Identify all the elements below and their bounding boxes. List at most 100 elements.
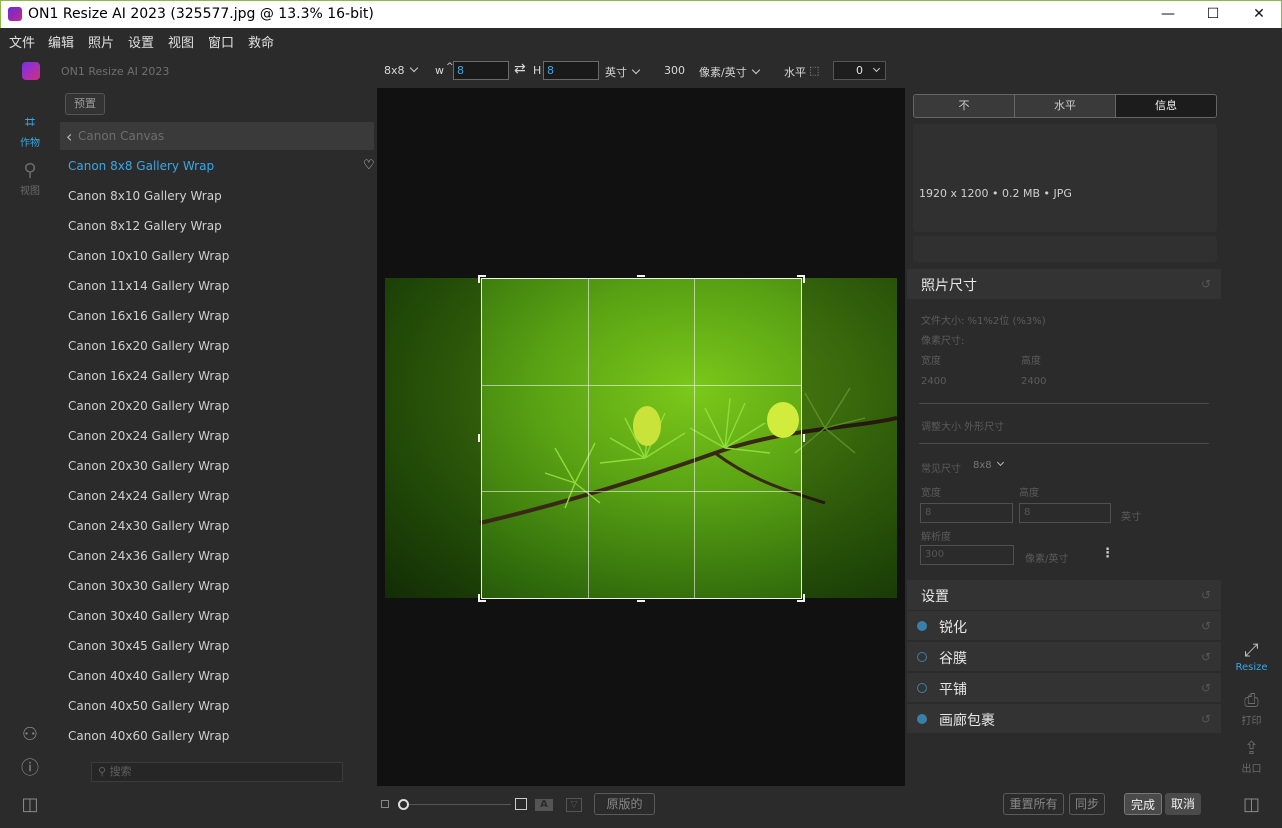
zoom-large-icon[interactable] bbox=[515, 798, 527, 810]
cancel-button[interactable]: 取消 bbox=[1165, 793, 1201, 815]
reset-icon[interactable]: ↺ bbox=[1201, 681, 1211, 695]
preset-item[interactable]: Canon 40x60 Gallery Wrap bbox=[68, 729, 229, 743]
menu-settings[interactable]: 设置 bbox=[128, 32, 154, 51]
minimize-button[interactable]: — bbox=[1145, 1, 1191, 28]
zoom-small-icon[interactable] bbox=[381, 800, 389, 808]
common-size-dropdown[interactable]: 8x8 bbox=[973, 458, 1004, 471]
done-button[interactable]: 完成 bbox=[1124, 793, 1162, 815]
doc-height-input[interactable]: 8 bbox=[1019, 503, 1111, 523]
account-button[interactable]: ⚇ bbox=[0, 724, 60, 746]
image-canvas[interactable] bbox=[377, 88, 905, 786]
height-input[interactable]: 8 bbox=[543, 61, 599, 80]
crop-handle-left[interactable] bbox=[478, 434, 482, 442]
menu-window[interactable]: 窗口 bbox=[208, 32, 234, 51]
menu-edit[interactable]: 编辑 bbox=[48, 32, 74, 51]
menu-file[interactable]: 文件 bbox=[9, 32, 35, 51]
close-button[interactable]: ✕ bbox=[1236, 1, 1282, 28]
zoom-slider-track[interactable] bbox=[399, 804, 511, 805]
width-input[interactable]: 8 bbox=[453, 61, 509, 80]
crop-handle-tr[interactable] bbox=[797, 275, 805, 283]
search-input[interactable]: ⚲ 搜索 bbox=[91, 762, 343, 782]
presets-button[interactable]: 预置 bbox=[65, 93, 105, 115]
original-button[interactable]: 原版的 bbox=[594, 793, 655, 815]
view-tool[interactable]: ⚲ 视图 bbox=[0, 160, 60, 197]
export-module[interactable]: ⇪ 出口 bbox=[1221, 738, 1282, 775]
setting-row[interactable]: 画廊包裹 ↺ bbox=[907, 704, 1221, 734]
reset-all-button[interactable]: 重置所有 bbox=[1003, 793, 1064, 815]
preset-item[interactable]: Canon 20x20 Gallery Wrap bbox=[68, 399, 229, 413]
preset-item[interactable]: Canon 24x24 Gallery Wrap bbox=[68, 489, 229, 503]
preset-item[interactable]: Canon 30x45 Gallery Wrap bbox=[68, 639, 229, 653]
reset-icon[interactable]: ↺ bbox=[1201, 619, 1211, 633]
toggle-left-panel[interactable]: ◫ bbox=[0, 794, 60, 816]
preset-item[interactable]: Canon 16x20 Gallery Wrap bbox=[68, 339, 229, 353]
resolution-value[interactable]: 300 bbox=[664, 64, 685, 77]
toggle-dot-icon[interactable] bbox=[917, 652, 927, 662]
preset-item[interactable]: Canon 16x24 Gallery Wrap bbox=[68, 369, 229, 383]
maximize-button[interactable]: ☐ bbox=[1190, 1, 1236, 28]
preset-item[interactable]: Canon 16x16 Gallery Wrap bbox=[68, 309, 229, 323]
preset-item[interactable]: Canon 20x24 Gallery Wrap bbox=[68, 429, 229, 443]
setting-row[interactable]: 平铺 ↺ bbox=[907, 673, 1221, 703]
settings-header[interactable]: 设置 ↺ bbox=[907, 580, 1221, 610]
setting-label: 平铺 bbox=[939, 682, 967, 698]
menu-view[interactable]: 视图 bbox=[168, 32, 194, 51]
resize-module[interactable]: ⤢ Resize bbox=[1221, 640, 1282, 673]
info-tab[interactable]: 水平 bbox=[1015, 95, 1116, 117]
info-tab[interactable]: 不 bbox=[914, 95, 1015, 117]
toggle-dot-icon[interactable] bbox=[917, 683, 927, 693]
preset-item[interactable]: Canon 8x8 Gallery Wrap bbox=[68, 159, 214, 173]
rotation-select[interactable]: 0 bbox=[833, 61, 886, 80]
resolution-input[interactable]: 300 bbox=[920, 545, 1014, 565]
toggle-dot-icon[interactable] bbox=[917, 621, 927, 631]
crop-handle-bottom[interactable] bbox=[637, 598, 645, 602]
preset-item[interactable]: Canon 30x30 Gallery Wrap bbox=[68, 579, 229, 593]
preset-item[interactable]: Canon 8x10 Gallery Wrap bbox=[68, 189, 222, 203]
preset-item[interactable]: Canon 24x30 Gallery Wrap bbox=[68, 519, 229, 533]
compare-a-icon[interactable]: A bbox=[535, 799, 553, 811]
unit-dropdown[interactable]: 英寸 bbox=[605, 64, 641, 80]
sync-button[interactable]: 同步 bbox=[1069, 793, 1105, 815]
swap-icon[interactable]: ⇄ bbox=[514, 61, 526, 77]
print-module[interactable]: ⎙ 打印 bbox=[1221, 690, 1282, 727]
doc-width-input[interactable]: 8 bbox=[920, 503, 1013, 523]
preview-mode-icon[interactable]: ▽ bbox=[566, 798, 582, 812]
preset-item[interactable]: Canon 30x40 Gallery Wrap bbox=[68, 609, 229, 623]
crop-handle-top[interactable] bbox=[637, 275, 645, 279]
setting-row[interactable]: 锐化 ↺ bbox=[907, 611, 1221, 641]
setting-row[interactable]: 谷膜 ↺ bbox=[907, 642, 1221, 672]
preset-item[interactable]: Canon 40x40 Gallery Wrap bbox=[68, 669, 229, 683]
toggle-right-panel[interactable]: ◫ bbox=[1221, 794, 1282, 816]
crop-box[interactable] bbox=[478, 275, 805, 602]
chevron-left-icon[interactable]: ‹ bbox=[66, 127, 72, 146]
help-button[interactable]: ⓘ bbox=[0, 758, 60, 780]
orientation-icon[interactable]: ⬚ bbox=[809, 64, 819, 77]
more-options-icon[interactable]: ⋮ bbox=[1101, 546, 1114, 561]
res-unit-dropdown[interactable]: 像素/英寸 bbox=[699, 64, 760, 80]
crop-handle-br[interactable] bbox=[797, 594, 805, 602]
reset-icon[interactable]: ↺ bbox=[1201, 650, 1211, 664]
preset-item[interactable]: Canon 20x30 Gallery Wrap bbox=[68, 459, 229, 473]
preset-item[interactable]: Canon 8x12 Gallery Wrap bbox=[68, 219, 222, 233]
menu-photo[interactable]: 照片 bbox=[88, 32, 114, 51]
reset-icon[interactable]: ↺ bbox=[1201, 588, 1211, 602]
crop-tool[interactable]: ⌗ 作物 bbox=[0, 112, 60, 149]
preset-category-header[interactable]: ‹ Canon Canvas bbox=[60, 122, 374, 150]
preset-item[interactable]: Canon 10x10 Gallery Wrap bbox=[68, 249, 229, 263]
crop-handle-right[interactable] bbox=[801, 434, 805, 442]
info-tab[interactable]: 信息 bbox=[1116, 95, 1216, 117]
zoom-slider-thumb[interactable] bbox=[398, 799, 409, 810]
toggle-dot-icon[interactable] bbox=[917, 714, 927, 724]
preset-size-dropdown[interactable]: 8x8 bbox=[384, 63, 418, 77]
reset-icon[interactable]: ↺ bbox=[1201, 277, 1211, 291]
preset-item[interactable]: Canon 24x36 Gallery Wrap bbox=[68, 549, 229, 563]
photo-size-header[interactable]: 照片尺寸 ↺ bbox=[907, 269, 1221, 299]
menu-help[interactable]: 救命 bbox=[248, 32, 274, 51]
crop-handle-tl[interactable] bbox=[478, 275, 486, 283]
preset-item[interactable]: Canon 11x14 Gallery Wrap bbox=[68, 279, 229, 293]
crop-handle-bl[interactable] bbox=[478, 594, 486, 602]
printer-icon: ⎙ bbox=[1244, 690, 1259, 711]
favorite-heart-icon[interactable]: ♡ bbox=[363, 158, 375, 173]
preset-item[interactable]: Canon 40x50 Gallery Wrap bbox=[68, 699, 229, 713]
reset-icon[interactable]: ↺ bbox=[1201, 712, 1211, 726]
